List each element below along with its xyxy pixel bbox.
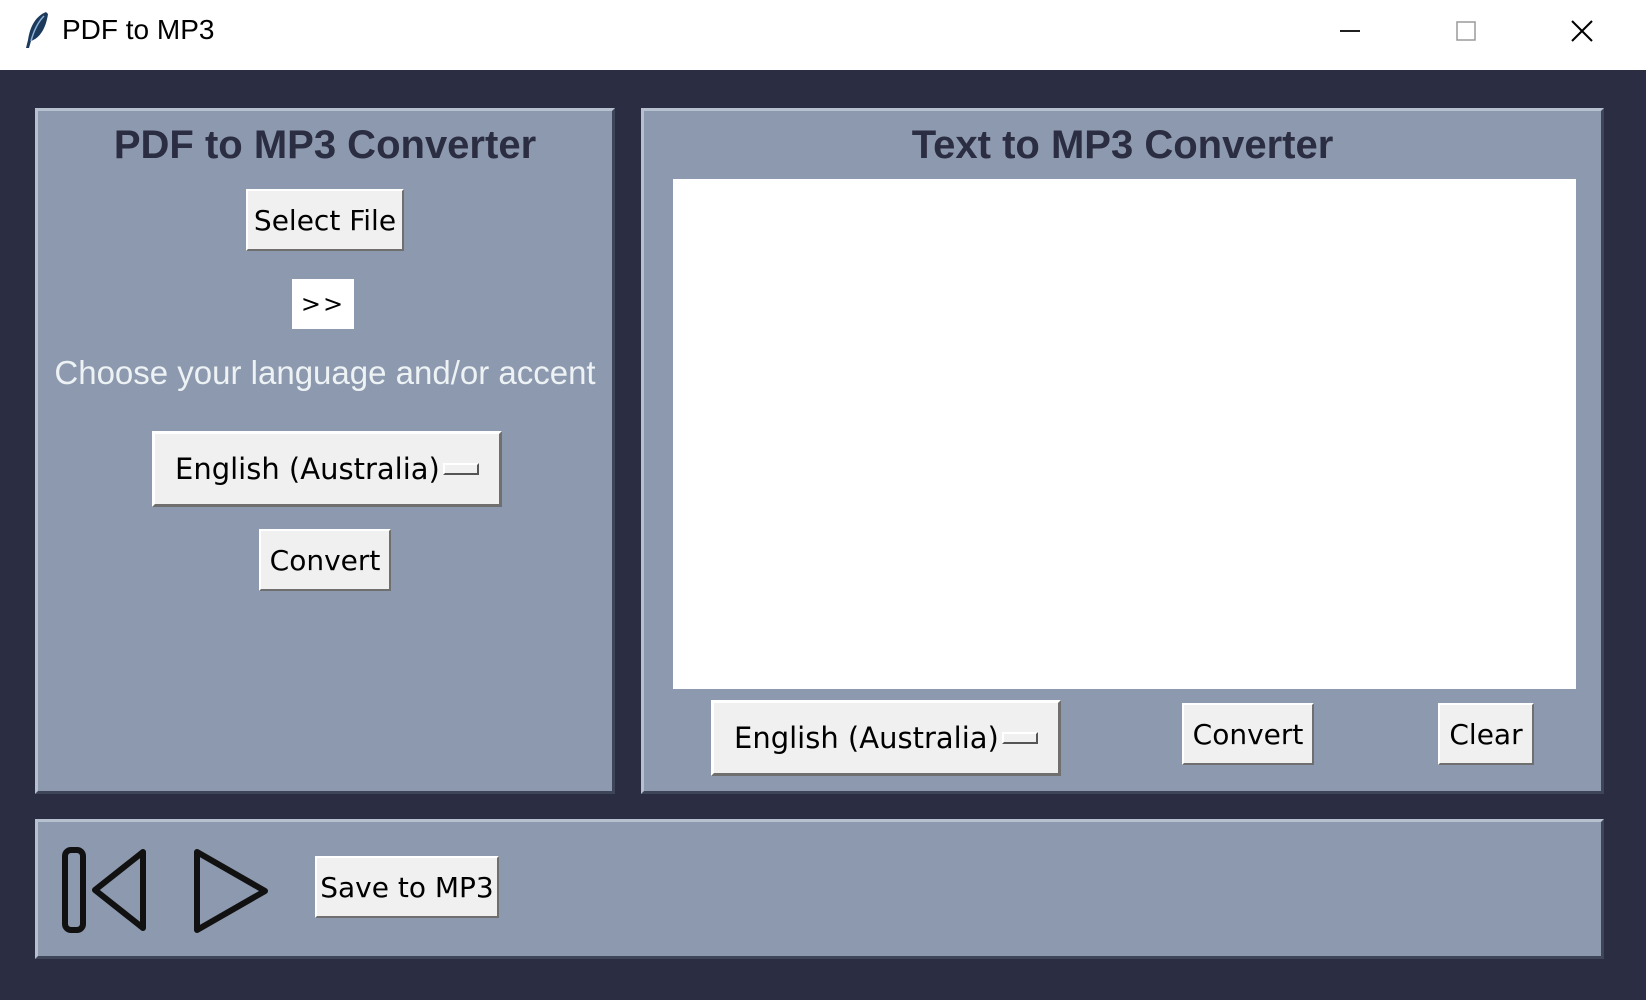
text-panel-title: Text to MP3 Converter (911, 123, 1334, 167)
close-button[interactable] (1532, 0, 1632, 62)
save-to-mp3-button[interactable]: Save to MP3 (315, 856, 499, 918)
clear-button[interactable]: Clear (1438, 703, 1534, 765)
text-language-value: English (Australia) (734, 721, 999, 755)
pdf-language-dropdown[interactable]: English (Australia) (152, 431, 502, 507)
pdf-convert-button[interactable]: Convert (259, 529, 391, 591)
select-file-button[interactable]: Select File (246, 189, 404, 251)
language-prompt: Choose your language and/or accent (54, 354, 596, 391)
pdf-language-value: English (Australia) (175, 452, 440, 486)
file-indicator: >> (292, 279, 354, 329)
pdf-panel-title: PDF to MP3 Converter (113, 123, 537, 167)
minimize-button[interactable] (1300, 0, 1400, 62)
close-icon (1571, 20, 1593, 42)
skip-back-icon[interactable] (61, 846, 151, 940)
feather-icon (22, 10, 52, 50)
text-convert-button[interactable]: Convert (1182, 703, 1314, 765)
window-title: PDF to MP3 (62, 14, 215, 45)
dropdown-indicator-icon (1002, 732, 1038, 744)
text-input-area[interactable] (673, 179, 1576, 689)
playback-bar: Save to MP3 (35, 819, 1604, 959)
dropdown-indicator-icon (443, 463, 479, 475)
text-converter-panel: Text to MP3 Converter English (Australia… (641, 108, 1604, 794)
minimize-icon (1340, 30, 1360, 32)
play-icon[interactable] (191, 846, 271, 940)
text-language-dropdown[interactable]: English (Australia) (711, 700, 1061, 776)
maximize-icon (1456, 21, 1476, 41)
title-bar: PDF to MP3 (0, 0, 1646, 70)
maximize-button[interactable] (1416, 0, 1516, 62)
window-body: PDF to MP3 Converter Select File >> Choo… (0, 70, 1646, 1000)
pdf-converter-panel: PDF to MP3 Converter Select File >> Choo… (35, 108, 615, 794)
